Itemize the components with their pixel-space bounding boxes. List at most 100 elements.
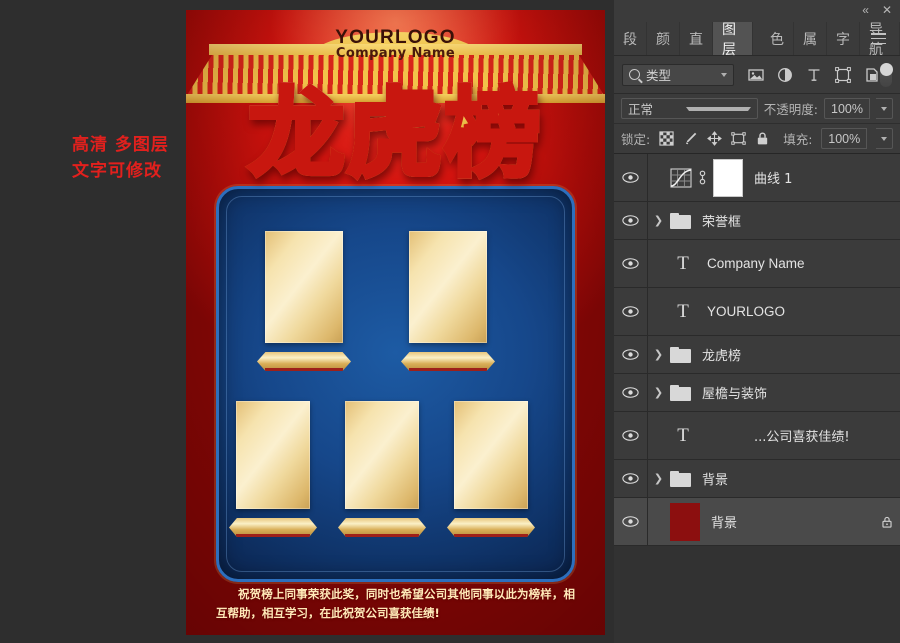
layer-kind-filter-label: 类型 [646, 68, 672, 83]
eye-icon [622, 258, 639, 269]
smart-object-filter-icon[interactable] [864, 67, 880, 83]
poster-footer-text: 祝贺榜上同事荣获此奖，同时也希望公司其他同事以此为榜样，相互帮助，相互学习，在此… [216, 587, 575, 620]
text-layer-icon: T [677, 301, 689, 322]
layer-visibility-toggle[interactable] [614, 202, 648, 239]
pixel-filter-icon[interactable] [748, 67, 764, 83]
layer-thumbnail[interactable] [670, 502, 700, 541]
layer-thumbnails [665, 346, 691, 363]
photo-frame [236, 401, 310, 509]
layer-visibility-toggle[interactable] [614, 498, 648, 545]
folder-icon [670, 384, 691, 401]
text-layer-icon: T [677, 253, 689, 274]
canvas-area: 高清 多图层 文字可修改 YOURLOGO Company Name 龙虎榜 祝… [0, 0, 614, 643]
lock-row: 锁定: 填充: 100% [614, 124, 900, 154]
opacity-value[interactable]: 100% [824, 98, 870, 119]
poster-document[interactable]: YOURLOGO Company Name 龙虎榜 祝贺榜上同事荣获此奖，同时也… [186, 10, 605, 635]
layer-row-group-background[interactable]: ❯ 背景 [614, 460, 900, 498]
chevron-right-icon[interactable]: ❯ [652, 472, 665, 485]
promo-line-1: 高清 多图层 [72, 135, 169, 155]
chevron-down-icon [881, 106, 887, 111]
layer-visibility-toggle[interactable] [614, 154, 648, 201]
lock-image-pixels-icon[interactable] [683, 131, 698, 146]
filter-enable-toggle[interactable] [879, 62, 894, 87]
layer-visibility-toggle[interactable] [614, 460, 648, 497]
fill-stepper[interactable] [876, 128, 893, 149]
blend-mode-row: 正常 不透明度: 100% [614, 94, 900, 124]
tab-histogram[interactable]: 直 [680, 22, 713, 55]
panel-menu-button[interactable] [863, 22, 894, 55]
type-filter-icon[interactable] [806, 67, 822, 83]
chevron-right-icon[interactable]: ❯ [652, 348, 665, 361]
layer-name: ...公司喜获佳绩! [754, 430, 850, 445]
layer-name: 背景 [711, 516, 738, 531]
folder-icon [670, 470, 691, 487]
layer-row-background-locked[interactable]: 背景 [614, 498, 900, 546]
tab-character[interactable]: 字 [827, 22, 860, 55]
layer-row-group-eaves-decoration[interactable]: ❯ 屋檐与装饰 [614, 374, 900, 412]
tab-paragraph[interactable]: 段 [614, 22, 647, 55]
layer-visibility-toggle[interactable] [614, 336, 648, 373]
layer-thumbnails: T [665, 254, 696, 273]
layer-row-text-congrats[interactable]: T ...公司喜获佳绩! [614, 412, 900, 460]
panel-titlebar: « ✕ [614, 0, 900, 22]
layer-visibility-toggle[interactable] [614, 288, 648, 335]
curves-adjustment-icon [670, 167, 692, 188]
name-ribbon [257, 352, 351, 371]
fill-label: 填充: [783, 132, 813, 147]
close-icon[interactable]: ✕ [882, 3, 892, 17]
layer-row-group-longhubang[interactable]: ❯ 龙虎榜 [614, 336, 900, 374]
panel-window-buttons: « ✕ [862, 3, 892, 17]
opacity-label: 不透明度: [763, 102, 818, 117]
layer-visibility-toggle[interactable] [614, 374, 648, 411]
link-mask-icon [699, 170, 706, 185]
tab-properties[interactable]: 属 [794, 22, 827, 55]
layer-mask-thumbnail[interactable] [713, 158, 743, 197]
layer-row-group-honor-frame[interactable]: ❯ 荣誉框 [614, 202, 900, 240]
poster-logo-text: YOURLOGO [335, 27, 456, 48]
name-ribbon [401, 352, 495, 371]
lock-all-icon[interactable] [755, 131, 770, 146]
layer-row-text-company-name[interactable]: T Company Name [614, 240, 900, 288]
layer-visibility-toggle[interactable] [614, 412, 648, 459]
blend-mode-select[interactable]: 正常 [621, 98, 758, 119]
lock-position-icon[interactable] [707, 131, 723, 146]
folder-icon [670, 212, 691, 229]
layer-thumbnails [665, 158, 743, 197]
photo-frame [345, 401, 419, 509]
shape-filter-icon[interactable] [834, 66, 851, 83]
folder-icon [670, 346, 691, 363]
poster-logo-block: YOURLOGO Company Name [186, 28, 605, 61]
eye-icon [622, 387, 639, 398]
layer-name: 曲线 1 [754, 172, 793, 187]
layer-locked-badge [874, 515, 900, 529]
tab-layers[interactable]: 图层 [713, 22, 753, 58]
layer-name: 龙虎榜 [702, 349, 742, 364]
eye-icon [622, 306, 639, 317]
photo-frame [409, 231, 487, 343]
promo-annotation: 高清 多图层 文字可修改 [72, 132, 169, 184]
layer-visibility-toggle[interactable] [614, 240, 648, 287]
layer-filter-bar: 类型 [614, 56, 900, 94]
search-icon [629, 69, 640, 80]
photo-frames [219, 189, 572, 579]
adjustment-filter-icon[interactable] [777, 67, 793, 83]
collapse-icon[interactable]: « [862, 3, 869, 17]
chevron-right-icon[interactable]: ❯ [652, 386, 665, 399]
layer-name: 屋檐与装饰 [702, 387, 768, 402]
layer-row-curves[interactable]: 曲线 1 [614, 154, 900, 202]
eye-icon [622, 172, 639, 183]
lock-transparent-pixels-icon[interactable] [659, 131, 674, 146]
layer-row-text-yourlogo[interactable]: T YOURLOGO [614, 288, 900, 336]
tab-swatches[interactable]: 色 [761, 22, 794, 55]
layer-kind-filter[interactable]: 类型 [622, 63, 734, 86]
photo-frame [454, 401, 528, 509]
lock-artboard-nesting-icon[interactable] [731, 131, 746, 146]
fill-value[interactable]: 100% [821, 128, 868, 149]
layer-name: 背景 [702, 473, 729, 488]
layer-thumbnails [665, 384, 691, 401]
chevron-right-icon[interactable]: ❯ [652, 214, 665, 227]
tab-color[interactable]: 颜 [647, 22, 680, 55]
photo-frame [265, 231, 343, 343]
name-ribbon [447, 518, 535, 537]
opacity-stepper[interactable] [876, 98, 893, 119]
